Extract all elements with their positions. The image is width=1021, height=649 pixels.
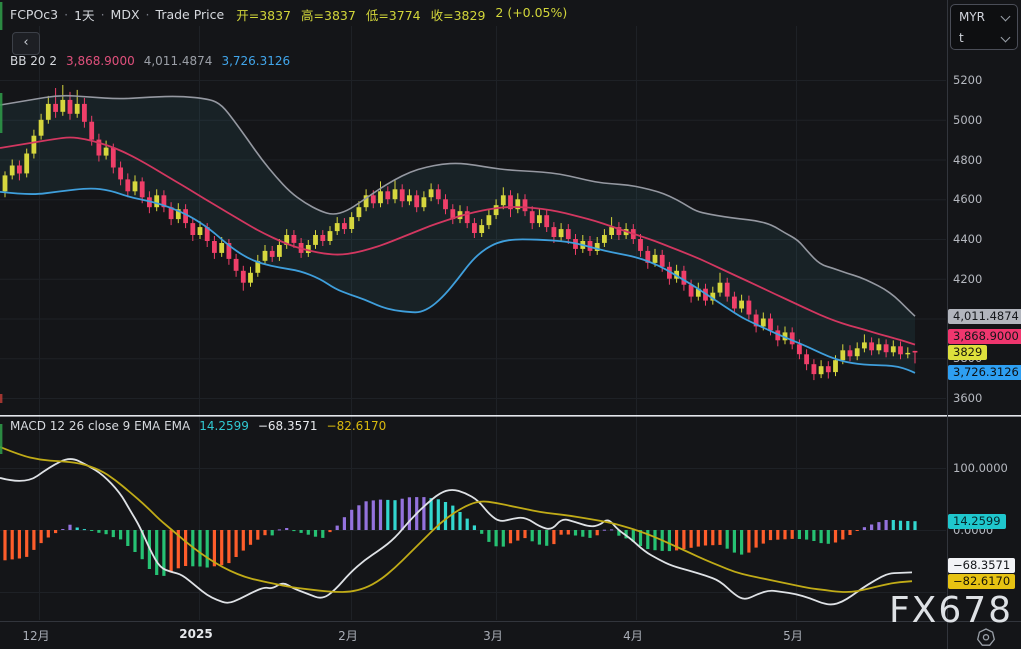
bb-basis-badge: 3,868.9000 [948,329,1021,344]
price-tick-label: 4400 [953,232,982,246]
fx678-watermark: FX678 [884,590,1018,631]
separator: · [64,7,68,22]
exchange-label: MDX [111,7,140,22]
scale-settings-menu: MYR t [950,4,1018,50]
macd-tick-label: 100.0000 [953,461,1008,475]
interval-label[interactable]: 1天 [74,5,94,24]
bb-upper-badge: 4,011.4874 [948,309,1021,324]
time-label-4月: 4月 [623,627,643,644]
macd-legend[interactable]: MACD 12 26 close 9 EMA EMA 14.2599 −68.3… [10,419,386,433]
unit-value: t [959,31,964,45]
separator: · [146,7,150,22]
chart-canvas[interactable] [0,0,1021,649]
chevron-left-icon: ‹ [23,35,28,50]
chevron-down-icon [1001,12,1011,22]
time-label-2月: 2月 [338,627,358,644]
bb-upper-value: 4,011.4874 [144,54,213,68]
symbol-header: FCPOc3 · 1天 · MDX · Trade Price 开=3837 高… [10,5,567,24]
ohlc-readout: 开=3837 高=3837 低=3774 收=3829 2 (+0.05%) [236,5,567,24]
bb-lower-value: 3,726.3126 [221,54,290,68]
price-tick-label: 5000 [953,113,982,127]
macd-signal-value: −82.6170 [327,419,387,433]
bb-lower-badge: 3,726.3126 [948,365,1021,380]
macd-label: MACD 12 26 close 9 EMA EMA [10,419,190,433]
price-tick-label: 3600 [953,391,982,405]
bb-legend[interactable]: BB 20 2 3,868.9000 4,011.4874 3,726.3126 [10,54,290,68]
series-type-label: Trade Price [156,7,225,22]
currency-select[interactable]: MYR [959,7,1011,27]
high-value: 高=3837 [301,5,356,24]
currency-value: MYR [959,10,985,24]
price-tick-label: 5200 [953,73,982,87]
time-label-3月: 3月 [483,627,503,644]
macd-hist-value-badge: 14.2599 [948,514,1006,529]
bb-label: BB 20 2 [10,54,57,68]
unit-select[interactable]: t [959,28,1011,48]
last-price-badge: 3829 [948,345,987,360]
macd-line-value: −68.3571 [258,419,318,433]
separator: · [101,7,105,22]
chevron-down-icon [1001,33,1011,43]
trading-chart-window: FCPOc3 · 1天 · MDX · Trade Price 开=3837 高… [0,0,1021,649]
price-tick-label: 4600 [953,192,982,206]
time-label-2025: 2025 [179,627,212,641]
low-value: 低=3774 [366,5,421,24]
symbol-name[interactable]: FCPOc3 [10,7,58,22]
time-label-12月: 12月 [22,627,49,644]
price-tick-label: 4200 [953,272,982,286]
change-value: 2 (+0.05%) [495,5,567,24]
open-value: 开=3837 [236,5,291,24]
price-tick-label: 4800 [953,153,982,167]
macd-histogram-value: 14.2599 [199,419,249,433]
time-axis[interactable] [0,621,947,649]
collapse-legend-button[interactable]: ‹ [12,32,40,55]
macd-signal-value-badge: −82.6170 [948,574,1015,589]
bb-basis-value: 3,868.9000 [66,54,135,68]
time-label-5月: 5月 [783,627,803,644]
macd-line-value-badge: −68.3571 [948,558,1015,573]
close-value: 收=3829 [431,5,486,24]
